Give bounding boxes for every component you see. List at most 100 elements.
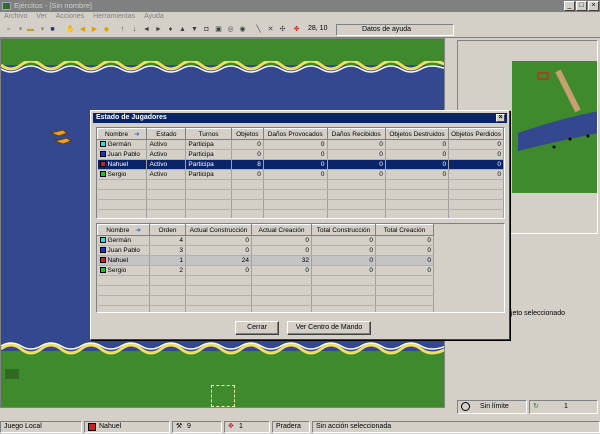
empty-cell [185, 199, 232, 210]
table-row[interactable]: Germán Activo Participa 0 0 0 0 0 [97, 139, 504, 150]
count-box: ↻ 1 [529, 400, 598, 414]
table-row[interactable]: Juan Pablo Activo Participa 0 0 0 0 0 [97, 149, 504, 160]
empty-cell [263, 179, 328, 190]
column-header[interactable]: Total Creación [375, 224, 434, 236]
player-name: Sergio [107, 171, 127, 178]
empty-cell [263, 199, 328, 210]
new-file-icon[interactable]: ▫ [4, 25, 13, 34]
player-color-swatch [99, 237, 106, 243]
column-header[interactable]: Actual Creación [251, 224, 312, 236]
column-header[interactable]: Objetos Perdidos [448, 128, 504, 140]
prev-unit-icon[interactable]: ◀ [78, 25, 87, 34]
cursor-selection-box [211, 385, 235, 407]
column-header[interactable]: Estado [146, 128, 187, 140]
menu-herramientas[interactable]: Herramientas [93, 13, 135, 20]
sort-arrow-icon[interactable]: ➜ [134, 131, 139, 138]
table-cell: 24 [185, 255, 252, 266]
empty-cell [231, 209, 264, 218]
close-dialog-button[interactable]: Cerrar [235, 321, 279, 335]
column-header[interactable]: Actual Construcción [185, 224, 252, 236]
column-header[interactable]: Nombre ➜ [97, 128, 148, 140]
title-bar: Ejércitos - [Sin nombre] _ □ × [0, 0, 600, 12]
empty-cell [311, 285, 376, 296]
empty-cell [251, 295, 312, 306]
table-cell: Participa [185, 149, 232, 160]
hand-icon[interactable]: ✋ [66, 25, 75, 34]
turn-limit-box: Sin límite [457, 400, 527, 414]
player-name-cell: Juan Pablo [97, 149, 148, 160]
table-row[interactable]: Nahuel Activo Participa 8 0 0 0 0 [97, 159, 504, 170]
empty-cell [375, 295, 434, 306]
dropdown-icon[interactable]: ▾ [16, 25, 25, 34]
next-unit-icon[interactable]: ▶ [90, 25, 99, 34]
menu-archivo[interactable]: Archivo [4, 13, 27, 20]
tool-icon[interactable]: ▲ [178, 25, 187, 34]
tool-icon[interactable]: ◎ [226, 25, 235, 34]
column-header[interactable]: Objetos Destruidos [384, 128, 450, 140]
empty-row [97, 275, 434, 286]
command-center-button[interactable]: Ver Centro de Mando [287, 321, 371, 335]
menu-ver[interactable]: Ver [36, 13, 47, 20]
player-name-cell: Sergio [97, 265, 150, 276]
table-cell: 0 [385, 169, 450, 180]
units-count: ✥ 1 [224, 421, 270, 433]
column-header[interactable]: Turnos [185, 128, 232, 140]
table-cell: Activo [146, 139, 187, 150]
tool-icon[interactable]: ▣ [214, 25, 223, 34]
column-header[interactable]: Daños Recibidos [326, 128, 386, 140]
arrow-up-icon[interactable]: ↑ [118, 25, 127, 34]
player-color-swatch [99, 161, 106, 167]
empty-cell [185, 189, 232, 200]
close-button[interactable]: × [588, 1, 599, 11]
column-header[interactable]: Nombre ➜ [97, 224, 150, 236]
table-row[interactable]: Germán 4 0 0 0 0 [97, 235, 434, 246]
player-color-swatch [99, 171, 106, 177]
empty-cell [146, 199, 187, 210]
end-turn-icon[interactable]: ◆ [102, 25, 111, 34]
empty-row [97, 189, 504, 200]
table-row[interactable]: Sergio 2 0 0 0 0 [97, 265, 434, 276]
table-row[interactable]: Sergio Activo Participa 0 0 0 0 0 [97, 169, 504, 180]
dropdown-icon[interactable]: ▾ [38, 25, 47, 34]
table-cell: 32 [251, 255, 312, 266]
tool-icon[interactable]: ♦ [166, 25, 175, 34]
boat-unit-icon[interactable] [49, 127, 73, 149]
minimize-button[interactable]: _ [564, 1, 575, 11]
sort-arrow-icon[interactable]: ➜ [135, 227, 140, 234]
table-cell: 0 [231, 149, 264, 160]
table-cell: 0 [231, 139, 264, 150]
table-row[interactable]: Nahuel 1 24 32 0 0 [97, 255, 434, 266]
arrow-down-icon[interactable]: ↓ [130, 25, 139, 34]
save-icon[interactable]: ■ [48, 25, 57, 34]
players-status-dialog: Estado de Jugadores × Nombre ➜ Estado Turno… [90, 110, 510, 340]
tool-icon[interactable]: ✕ [266, 25, 275, 34]
maximize-button[interactable]: □ [576, 1, 587, 11]
tool-icon[interactable]: ▼ [190, 25, 199, 34]
table-cell: 0 [311, 235, 376, 246]
column-header[interactable]: Orden [149, 224, 186, 236]
tool-icon[interactable]: ◘ [202, 25, 211, 34]
table-cell: Participa [185, 139, 232, 150]
tool-icon[interactable]: ◉ [238, 25, 247, 34]
table-cell: Activo [146, 159, 187, 170]
tool-icon[interactable]: ✣ [278, 25, 287, 34]
tool-icon[interactable]: ╲ [254, 25, 263, 34]
empty-cell [97, 275, 150, 286]
column-header[interactable]: Daños Provocados [262, 128, 328, 140]
player-name: Sergio [107, 267, 127, 274]
target-icon[interactable]: ✥ [292, 25, 301, 34]
dialog-close-button[interactable]: × [496, 114, 505, 122]
table-row[interactable]: Juan Pablo 3 0 0 0 0 [97, 245, 434, 256]
arrow-left-icon[interactable]: ◄ [142, 25, 151, 34]
empty-cell [448, 179, 504, 190]
table-cell: 3 [149, 245, 186, 256]
open-folder-icon[interactable]: ▬ [26, 25, 35, 34]
column-header[interactable]: Objetos [230, 128, 264, 140]
column-header[interactable]: Total Construcción [311, 224, 376, 236]
table-cell: 0 [385, 159, 450, 170]
arrow-right-icon[interactable]: ► [154, 25, 163, 34]
player-name-cell: Sergio [97, 169, 148, 180]
menu-ayuda[interactable]: Ayuda [144, 13, 164, 20]
empty-cell [251, 275, 312, 286]
menu-acciones[interactable]: Acciones [56, 13, 84, 20]
